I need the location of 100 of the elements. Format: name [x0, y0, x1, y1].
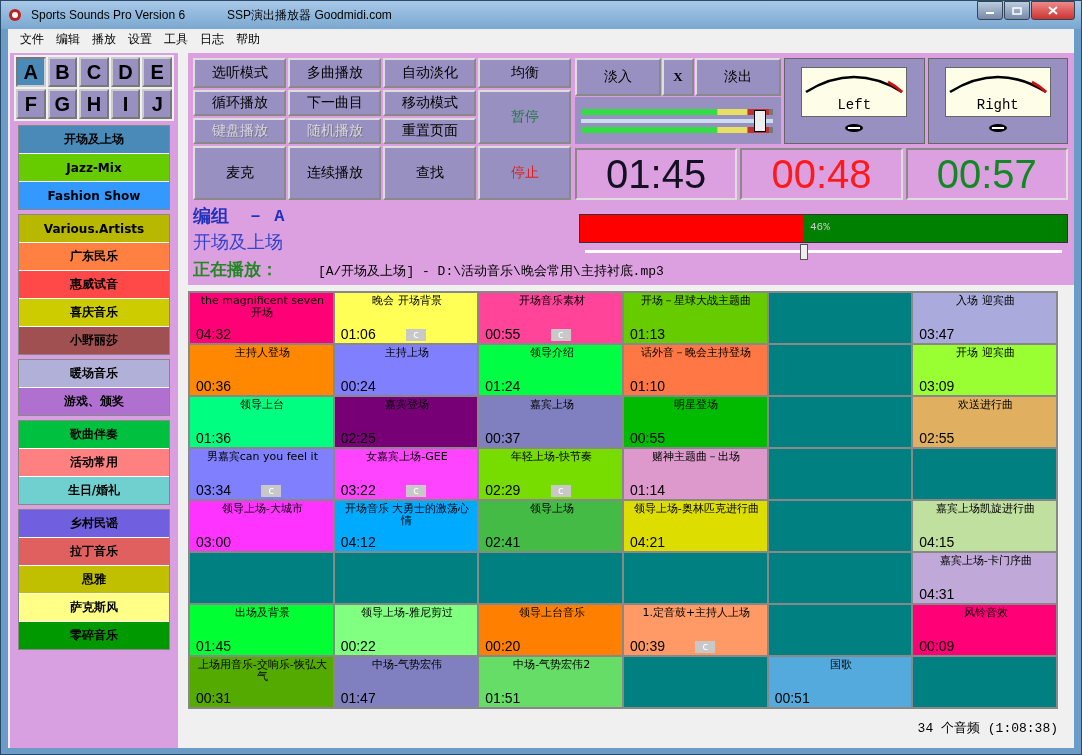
category-button[interactable]: 惠威试音 — [19, 271, 169, 298]
letter-tab[interactable]: E — [142, 57, 172, 87]
sound-button[interactable]: 领导上台 01:36 — [190, 397, 333, 447]
time-display: 00:48 — [740, 148, 903, 200]
sound-duration: 01:10 — [630, 379, 666, 394]
category-button[interactable]: Jazz-Mix — [19, 154, 169, 181]
sound-title: 晚会 开场背景 — [371, 295, 443, 307]
letter-tab[interactable]: J — [142, 89, 172, 119]
sound-duration: 01:47 — [340, 691, 376, 706]
menu-item[interactable]: 编辑 — [50, 30, 86, 48]
sound-duration: 04:31 — [919, 587, 955, 602]
control-button[interactable]: 下一曲目 — [288, 90, 381, 116]
letter-tab[interactable]: C — [79, 57, 109, 87]
sound-button[interactable]: 领导上场-奥林匹克进行曲 04:21 — [624, 501, 767, 551]
category-button[interactable]: 萨克斯风 — [19, 594, 169, 621]
sound-title: 嘉宾上场 — [528, 399, 575, 411]
sound-button[interactable]: 风铃音效 00:09 — [913, 605, 1056, 655]
sound-button[interactable]: 入场 迎宾曲 03:47 — [913, 293, 1056, 343]
sound-title: 话外音－晚会主持登场 — [640, 347, 753, 359]
sound-button[interactable]: 国歌 00:51 — [768, 657, 912, 707]
sound-button[interactable]: 嘉宾上场凯旋进行曲 04:15 — [913, 501, 1056, 551]
now-playing-label: 正在播放： — [193, 258, 278, 281]
sound-button[interactable]: 欢送进行曲 02:55 — [913, 397, 1056, 447]
window-title: Sports Sounds Pro Version 6 — [31, 8, 186, 22]
sound-button[interactable]: 明星登场 00:55 — [624, 397, 767, 447]
letter-tab[interactable]: D — [110, 57, 141, 87]
sound-button[interactable]: 领导介绍 01:24 — [479, 345, 622, 395]
sound-button[interactable]: 开场－星球大战主题曲 01:13 — [624, 293, 767, 343]
control-button[interactable]: 循环播放 — [193, 90, 286, 116]
category-button[interactable]: 恩雅 — [19, 566, 169, 593]
knob-icon — [987, 123, 1008, 133]
minimize-button[interactable] — [977, 1, 1003, 20]
sound-button[interactable]: 主持上场 00:24 — [334, 345, 478, 395]
category-button[interactable]: 广东民乐 — [19, 243, 169, 270]
maximize-button[interactable] — [1004, 1, 1030, 20]
control-button[interactable]: 选听模式 — [193, 58, 286, 88]
menu-item[interactable]: 日志 — [194, 30, 230, 48]
category-button[interactable]: Fashion Show — [19, 182, 169, 209]
category-button[interactable]: Various.Artists — [19, 215, 169, 242]
category-button[interactable]: 歌曲伴奏 — [19, 421, 169, 448]
control-button[interactable]: 自动淡化 — [383, 58, 476, 88]
sound-button[interactable]: 领导上场-大城市 03:00 — [190, 501, 333, 551]
close-button[interactable] — [1031, 1, 1075, 20]
sound-title: 出场及背景 — [233, 607, 291, 619]
sound-button[interactable]: 话外音－晚会主持登场 01:10 — [624, 345, 767, 395]
menu-item[interactable]: 文件 — [14, 30, 50, 48]
category-button[interactable]: 活动常用 — [19, 449, 169, 476]
letter-tab[interactable]: G — [47, 89, 78, 119]
sound-button[interactable]: 开场音乐 大勇士的激荡心情 04:12 — [334, 501, 478, 551]
menu-item[interactable]: 帮助 — [230, 30, 266, 48]
letter-tab[interactable]: H — [79, 89, 109, 119]
control-button[interactable]: 麦克 — [193, 146, 286, 200]
seek-thumb[interactable] — [800, 244, 809, 260]
control-button[interactable]: 查找 — [383, 146, 476, 200]
control-button[interactable]: 重置页面 — [383, 118, 476, 144]
control-button[interactable]: 连续播放 — [288, 146, 381, 200]
sound-button[interactable]: 开场 迎宾曲 03:09 — [913, 345, 1056, 395]
sound-title: 开场 迎宾曲 — [955, 347, 1016, 359]
control-button[interactable]: 均衡 — [478, 58, 571, 88]
sound-button[interactable]: 中场-气势宏伟2 01:51 — [479, 657, 622, 707]
sound-button[interactable]: 上场用音乐-交响乐-恢弘大气 00:31 — [190, 657, 333, 707]
sound-title: 1.定音鼓+主持人上场 — [641, 607, 752, 619]
sound-title: 主持上场 — [384, 347, 430, 359]
menu-item[interactable]: 工具 — [158, 30, 194, 48]
volume-slider[interactable] — [581, 109, 773, 132]
control-button[interactable]: 移动模式 — [383, 90, 476, 116]
control-button[interactable]: 多曲播放 — [288, 58, 381, 88]
sound-button[interactable]: 领导上场-雅尼剪过 00:22 — [334, 605, 478, 655]
category-button[interactable]: 小野丽莎 — [19, 327, 169, 354]
sound-duration: 00:22 — [340, 639, 376, 654]
crossfade-button[interactable]: X — [662, 58, 694, 96]
letter-tab[interactable]: B — [47, 57, 78, 87]
sound-button[interactable]: 嘉宾上场 00:37 — [479, 397, 622, 447]
category-button[interactable]: 生日/婚礼 — [19, 477, 169, 504]
sound-title: 风铃音效 — [962, 607, 1009, 619]
sound-button[interactable]: 嘉宾上场-卡门序曲 04:31 — [913, 553, 1056, 603]
app-icon — [7, 7, 23, 23]
category-button[interactable]: 开场及上场 — [19, 126, 169, 153]
sound-button[interactable]: 中场-气势宏伟 01:47 — [334, 657, 478, 707]
sound-button[interactable]: the magnificent seven开场 04:32 — [190, 293, 333, 343]
menu-item[interactable]: 播放 — [86, 30, 122, 48]
sound-button[interactable]: 赌神主题曲－出场 01:14 — [624, 449, 767, 499]
fade-in-button[interactable]: 淡入 — [575, 58, 661, 96]
fade-out-button[interactable]: 淡出 — [695, 58, 781, 96]
category-button[interactable]: 暖场音乐 — [19, 360, 169, 387]
category-button[interactable]: 拉丁音乐 — [19, 538, 169, 565]
category-button[interactable]: 乡村民谣 — [19, 510, 169, 537]
sound-button[interactable]: 主持人登场 00:36 — [190, 345, 333, 395]
sound-title: 中场-气势宏伟2 — [512, 659, 592, 671]
category-button[interactable]: 零碎音乐 — [19, 622, 169, 649]
category-button[interactable]: 喜庆音乐 — [19, 299, 169, 326]
letter-tab[interactable]: F — [16, 89, 46, 119]
letter-tab[interactable]: I — [110, 89, 141, 119]
sound-button[interactable]: 领导上台音乐 00:20 — [479, 605, 622, 655]
sound-button[interactable]: 领导上场 02:41 — [479, 501, 622, 551]
group-label: 编组 — [193, 204, 229, 228]
sound-button[interactable]: 出场及背景 01:45 — [190, 605, 333, 655]
menu-item[interactable]: 设置 — [122, 30, 158, 48]
category-button[interactable]: 游戏、颁奖 — [19, 388, 169, 415]
letter-tab[interactable]: A — [16, 57, 46, 87]
